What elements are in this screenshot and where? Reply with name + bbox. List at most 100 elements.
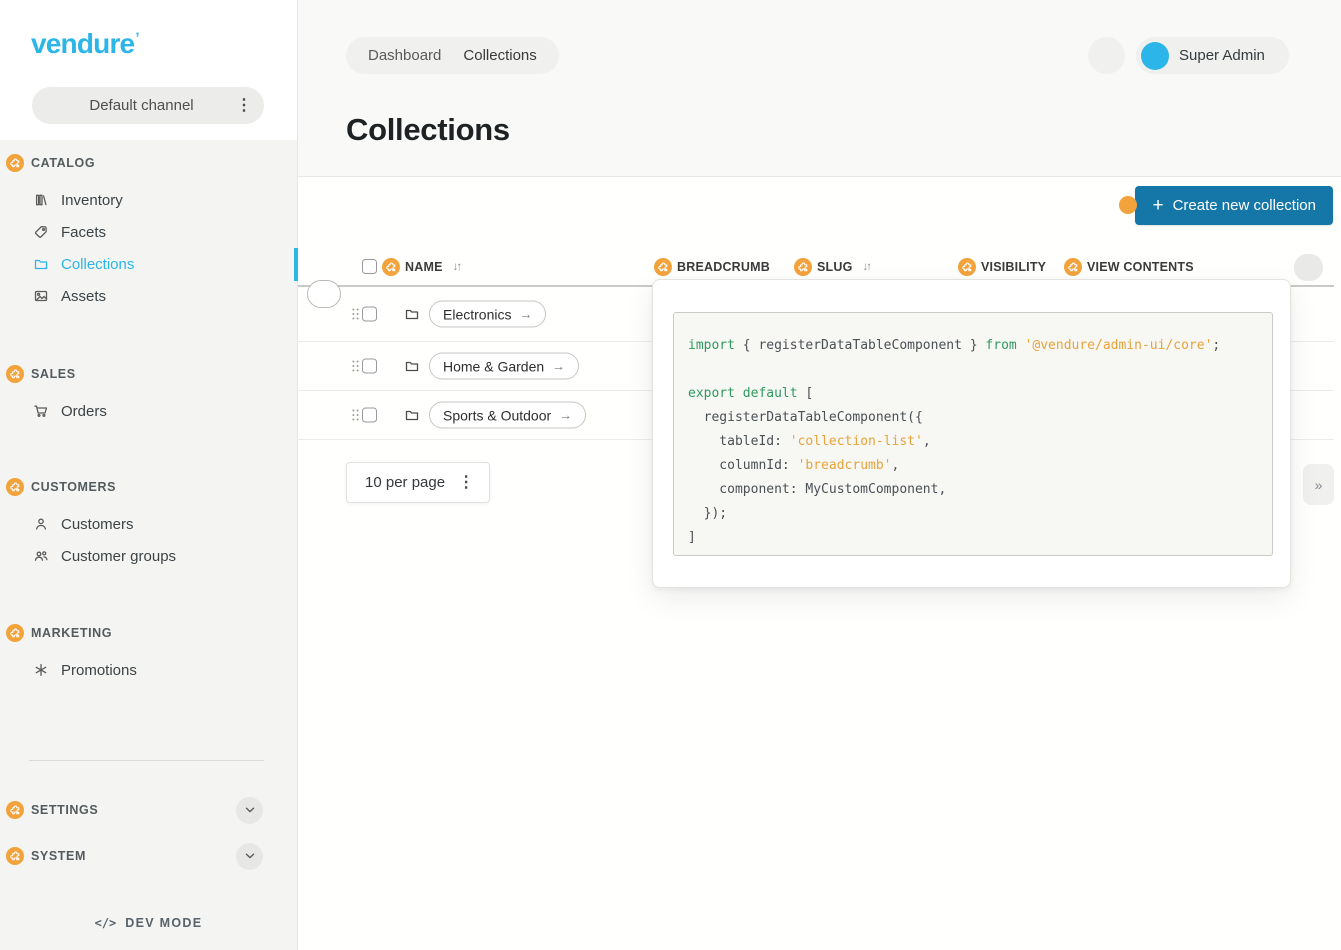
sidebar-section-header-settings[interactable]: SETTINGS (0, 797, 297, 823)
column-label: BREADCRUMB (677, 260, 770, 274)
arrow-right-icon: → (559, 408, 572, 423)
puzzle-icon[interactable] (6, 478, 24, 496)
sidebar: vendureʼ Default channel ⋮ CATALOG Invent… (0, 0, 298, 950)
sidebar-item-promotions[interactable]: Promotions (0, 654, 297, 686)
puzzle-icon[interactable] (6, 847, 24, 865)
arrow-right-icon: → (552, 359, 565, 374)
collapse-button[interactable] (236, 797, 263, 824)
collection-chip[interactable]: Electronics→ (429, 301, 546, 328)
row-checkbox[interactable] (362, 359, 377, 374)
sidebar-section-header-customers: CUSTOMERS (0, 477, 297, 497)
code-line: export default [ (688, 382, 1262, 406)
folder-icon (404, 407, 420, 423)
sidebar-section-label: CATALOG (31, 156, 95, 170)
breadcrumb-item-dashboard[interactable]: Dashboard (368, 47, 441, 64)
sidebar-section-items: Orders (0, 395, 297, 427)
puzzle-icon[interactable] (1119, 196, 1137, 214)
collection-name: Electronics (443, 306, 511, 322)
select-all-checkbox[interactable] (362, 259, 377, 274)
search-toggle[interactable] (307, 280, 341, 308)
sidebar-section-label: MARKETING (31, 626, 112, 640)
column-settings-button[interactable] (1294, 254, 1323, 281)
dev-mode-toggle[interactable]: </> DEV MODE (0, 916, 297, 930)
plus-icon: + (1152, 196, 1163, 215)
puzzle-icon[interactable] (794, 258, 812, 276)
code-line: ] (688, 526, 1262, 550)
folder-icon (404, 306, 420, 322)
sidebar-item-label: Inventory (61, 192, 123, 209)
sidebar-section-customers: CUSTOMERS Customers Customer groups (0, 477, 297, 572)
app-root: vendureʼ Default channel ⋮ CATALOG Invent… (0, 0, 1341, 950)
chevron-down-icon (243, 803, 257, 817)
puzzle-icon[interactable] (6, 154, 24, 172)
puzzle-icon[interactable] (654, 258, 672, 276)
sidebar-section-label: SYSTEM (31, 849, 86, 863)
sidebar-item-inventory[interactable]: Inventory (0, 184, 297, 216)
sidebar-item-label: Orders (61, 403, 107, 420)
sidebar-section-header-catalog: CATALOG (0, 153, 297, 173)
sidebar-item-customer-groups[interactable]: Customer groups (0, 540, 297, 572)
last-page-button[interactable]: » (1303, 464, 1334, 505)
channel-label: Default channel (47, 97, 236, 114)
row-checkbox[interactable] (362, 307, 377, 322)
row-checkbox[interactable] (362, 408, 377, 423)
kebab-icon[interactable]: ⋮ (458, 475, 474, 491)
sidebar-section-sales: SALES Orders (0, 364, 297, 427)
drag-handle-icon[interactable] (351, 359, 360, 374)
folder-icon (404, 358, 420, 374)
puzzle-icon[interactable] (6, 365, 24, 383)
collapse-button[interactable] (236, 843, 263, 870)
chevron-down-icon (243, 849, 257, 863)
sidebar-item-facets[interactable]: Facets (0, 216, 297, 248)
users-icon (33, 548, 49, 564)
avatar (1141, 42, 1169, 70)
collection-chip[interactable]: Home & Garden → (429, 353, 579, 380)
code-line (688, 358, 1262, 382)
drag-handle-icon[interactable] (351, 408, 360, 423)
sidebar-section-label: SETTINGS (31, 803, 98, 817)
sidebar-section-header-system[interactable]: SYSTEM (0, 843, 297, 869)
sidebar-item-label: Customer groups (61, 548, 176, 565)
breadcrumb-item-collections[interactable]: Collections (463, 47, 536, 64)
puzzle-icon[interactable] (382, 258, 400, 276)
kebab-icon[interactable]: ⋮ (236, 98, 252, 114)
user-name: Super Admin (1179, 47, 1265, 64)
code-line: component: MyCustomComponent, (688, 478, 1262, 502)
channel-selector[interactable]: Default channel ⋮ (32, 87, 264, 124)
code-icon: </> (95, 916, 117, 930)
notifications-button[interactable] (1088, 37, 1125, 74)
items-per-page-label: 10 per page (365, 474, 445, 491)
sidebar-section-system: SYSTEM (0, 843, 297, 869)
column-label: NAME (405, 260, 443, 274)
puzzle-icon[interactable] (6, 624, 24, 642)
puzzle-icon[interactable] (1064, 258, 1082, 276)
sidebar-item-assets[interactable]: Assets (0, 280, 297, 312)
breadcrumb: Dashboard Collections (346, 37, 559, 74)
sidebar-item-label: Assets (61, 288, 106, 305)
sidebar-section-catalog: CATALOG Inventory Facets Collections Assets (0, 153, 297, 312)
sort-icon[interactable]: ↓↑ (453, 261, 461, 273)
sort-icon[interactable]: ↓↑ (863, 261, 871, 273)
vendure-logo[interactable]: vendureʼ (31, 28, 139, 60)
collection-chip[interactable]: Sports & Outdoor→ (429, 402, 586, 429)
puzzle-icon[interactable] (958, 258, 976, 276)
column-header-name[interactable]: NAME ↓↑ (362, 248, 460, 285)
sparkle-icon (33, 662, 49, 678)
code-line: tableId: 'collection-list', (688, 430, 1262, 454)
sidebar-item-customers[interactable]: Customers (0, 508, 297, 540)
code-snippet: import { registerDataTableComponent } fr… (673, 312, 1273, 556)
user-menu[interactable]: Super Admin (1136, 37, 1289, 74)
items-per-page-selector[interactable]: 10 per page ⋮ (346, 462, 490, 503)
sidebar-section-header-sales: SALES (0, 364, 297, 384)
collection-name: Home & Garden (443, 358, 544, 374)
column-label: SLUG (817, 260, 853, 274)
create-new-collection-button[interactable]: + Create new collection (1135, 186, 1333, 225)
books-icon (33, 192, 49, 208)
cart-icon (33, 403, 49, 419)
code-line: registerDataTableComponent({ (688, 406, 1262, 430)
sidebar-item-label: Facets (61, 224, 106, 241)
sidebar-item-collections[interactable]: Collections (0, 248, 297, 280)
sidebar-item-orders[interactable]: Orders (0, 395, 297, 427)
drag-handle-icon[interactable] (351, 307, 360, 322)
puzzle-icon[interactable] (6, 801, 24, 819)
